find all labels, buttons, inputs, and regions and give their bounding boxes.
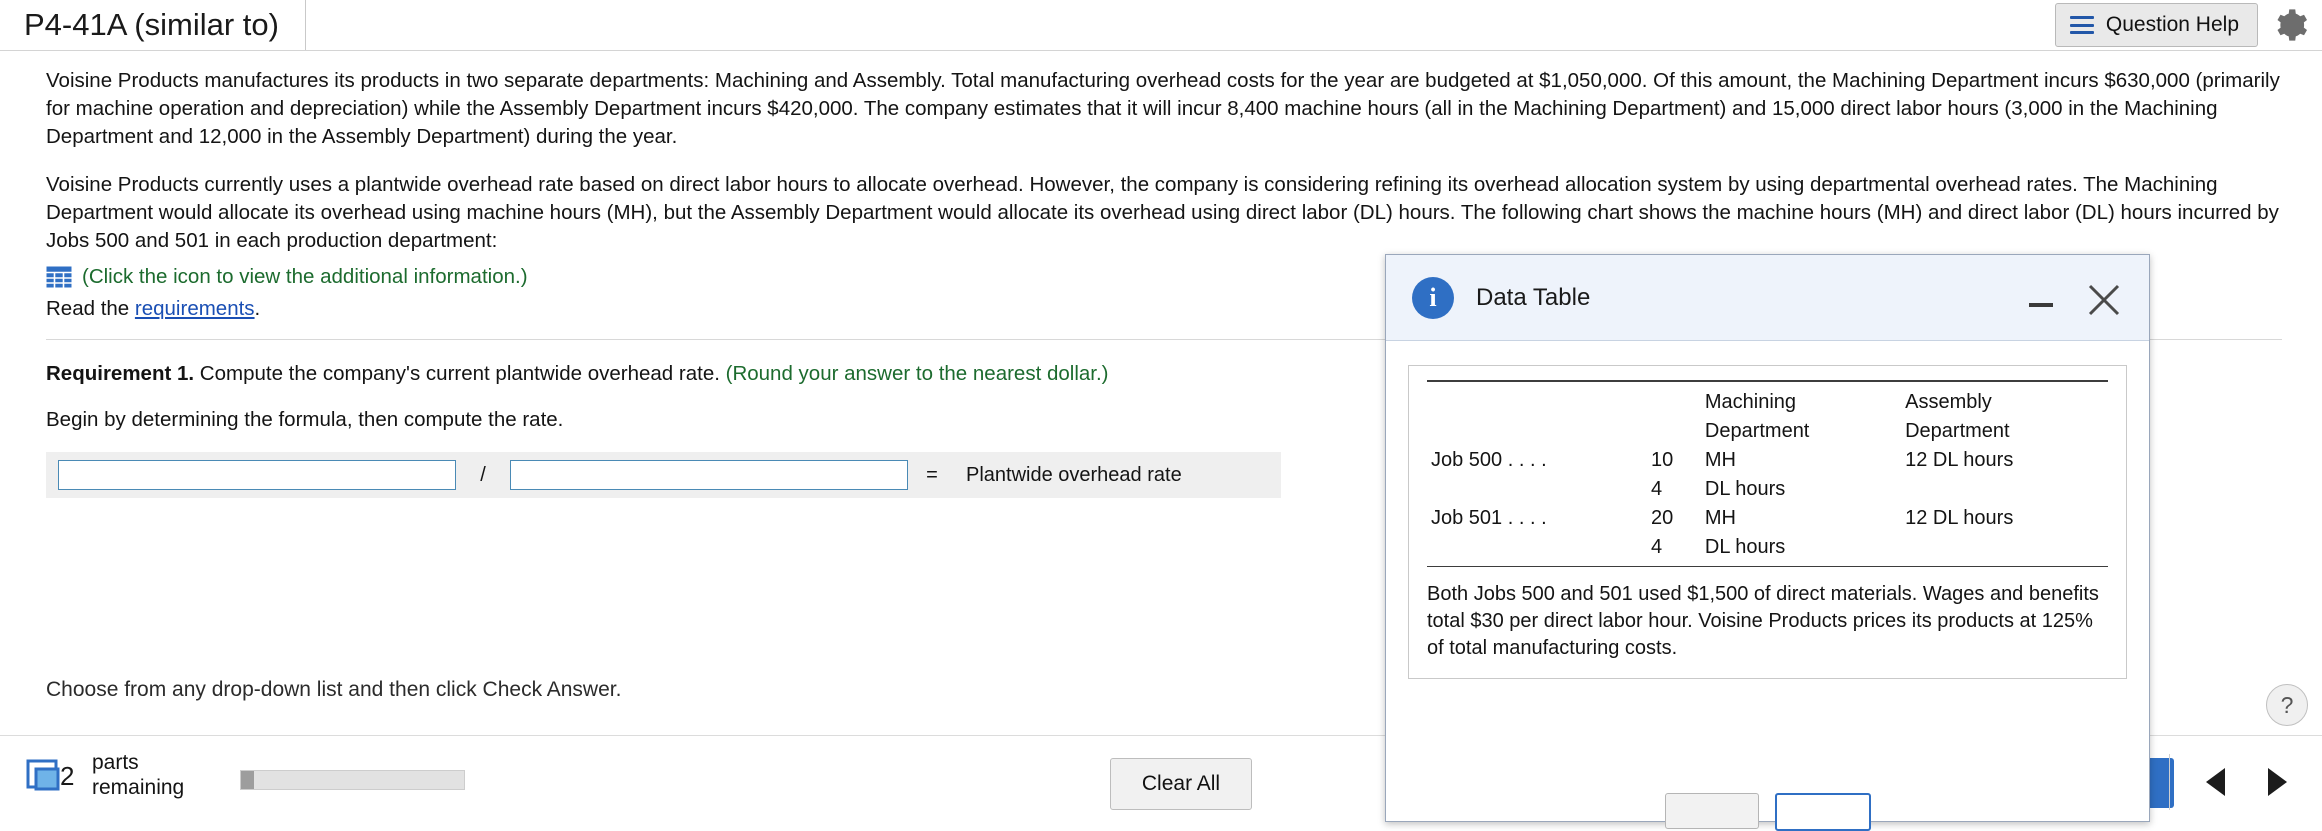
read-prefix: Read the	[46, 297, 135, 320]
exercise-page: P4-41A (similar to) Question Help Voisin…	[0, 0, 2322, 831]
row-qty: 20	[1651, 507, 1674, 529]
page-header: P4-41A (similar to) Question Help	[0, 0, 2322, 51]
question-help-button[interactable]: Question Help	[2054, 3, 2258, 47]
header-actions: Question Help	[2054, 0, 2322, 50]
table-row: Job 501 . . . . 20 MH 12 DL hours	[1427, 504, 2108, 533]
dialog-title: Data Table	[1476, 283, 1591, 311]
spacer-cell-3	[1427, 417, 1647, 446]
navigation-buttons	[2169, 754, 2308, 810]
dialog-body: Machining Assembly Department Department…	[1386, 341, 2149, 679]
next-button[interactable]	[2246, 754, 2308, 810]
data-table: Machining Assembly Department Department…	[1427, 388, 2108, 562]
dialog-primary-button[interactable]	[1774, 793, 1871, 831]
formula-row: / = Plantwide overhead rate	[46, 452, 1281, 498]
requirements-link[interactable]: requirements	[135, 297, 255, 320]
minimize-icon[interactable]	[2029, 303, 2053, 307]
problem-paragraph-1: Voisine Products manufactures its produc…	[46, 69, 2280, 148]
dialog-footer	[1386, 793, 2149, 831]
svg-text:2: 2	[60, 761, 74, 791]
hamburger-icon	[2069, 16, 2094, 34]
spacer-cell-2	[1647, 388, 1701, 417]
data-table-card: Machining Assembly Department Department…	[1408, 365, 2127, 679]
assembly-header-line2: Department	[1905, 420, 2010, 442]
parts-text: parts remaining	[92, 750, 184, 800]
info-icon: i	[1412, 276, 1454, 319]
page-title: P4-41A (similar to)	[24, 7, 279, 42]
row-label	[1427, 475, 1647, 504]
requirement-label: Requirement 1.	[46, 362, 195, 385]
table-row: Job 500 . . . . 10 MH 12 DL hours	[1427, 446, 2108, 475]
parts-icon: 2	[26, 751, 80, 799]
requirement-text: Compute the company's current plantwide …	[194, 362, 726, 385]
gear-icon[interactable]	[2272, 7, 2308, 43]
row-unit: MH	[1704, 507, 1736, 529]
row-label: Job 500 . . . .	[1431, 449, 1547, 471]
row-assembly: 12 DL hours	[1905, 507, 2014, 529]
data-table-dialog: i Data Table Machining Assembly Departme…	[1385, 254, 2150, 831]
spacer-cell-4	[1647, 417, 1701, 446]
tab-problem[interactable]: P4-41A (similar to)	[0, 0, 306, 50]
parts-remaining: 2 parts remaining	[26, 750, 184, 800]
additional-info-link[interactable]: (Click the icon to view the additional i…	[82, 265, 528, 289]
row-assembly: 12 DL hours	[1905, 449, 2014, 471]
row-assembly	[1901, 475, 2108, 504]
result-label: Plantwide overhead rate	[966, 463, 1182, 486]
table-row: 4 DL hours	[1427, 475, 2108, 504]
problem-paragraph-2: Voisine Products currently uses a plantw…	[46, 173, 2279, 252]
table-grid-icon[interactable]	[46, 266, 72, 288]
close-icon[interactable]	[2085, 281, 2123, 319]
data-table-note: Both Jobs 500 and 501 used $1,500 of dir…	[1427, 583, 2099, 659]
progress-bar	[240, 770, 465, 790]
row-assembly	[1901, 533, 2108, 562]
read-suffix: .	[254, 297, 261, 320]
row-label: Job 501 . . . .	[1431, 507, 1547, 529]
assembly-header-line1: Assembly	[1905, 391, 1992, 413]
row-unit: MH	[1704, 449, 1736, 471]
triangle-right-icon	[2267, 768, 2287, 796]
parts-line-1: parts	[92, 751, 139, 774]
table-header-row-1: Machining Assembly	[1427, 388, 2108, 417]
table-top-rule	[1427, 380, 2108, 382]
row-qty: 4	[1651, 536, 1663, 558]
row-unit: DL hours	[1704, 478, 1786, 500]
table-bottom-rule	[1427, 566, 2108, 567]
question-mark-icon[interactable]: ?	[2266, 684, 2308, 726]
table-row: 4 DL hours	[1427, 533, 2108, 562]
parts-line-2: remaining	[92, 776, 185, 799]
row-qty: 4	[1651, 478, 1663, 500]
question-help-label: Question Help	[2105, 13, 2239, 36]
row-unit: DL hours	[1704, 536, 1786, 558]
machining-header-line1: Machining	[1704, 391, 1797, 413]
machining-header-line2: Department	[1704, 420, 1810, 442]
clear-all-button[interactable]: Clear All	[1110, 758, 1252, 810]
triangle-left-icon	[2205, 768, 2225, 796]
row-label	[1427, 533, 1647, 562]
spacer-cell	[1427, 388, 1647, 417]
numerator-input[interactable]	[58, 460, 456, 490]
requirement-hint: (Round your answer to the nearest dollar…	[725, 362, 1109, 385]
denominator-input[interactable]	[510, 460, 908, 490]
previous-button[interactable]	[2184, 754, 2246, 810]
dialog-title-bar: i Data Table	[1386, 255, 2149, 341]
equals-symbol: =	[926, 463, 938, 486]
progress-fill	[241, 771, 255, 789]
choose-instruction: Choose from any drop-down list and then …	[46, 678, 622, 701]
dialog-secondary-button[interactable]	[1664, 793, 1759, 829]
division-symbol: /	[480, 463, 486, 486]
table-header-row-2: Department Department	[1427, 417, 2108, 446]
row-qty: 10	[1651, 449, 1674, 471]
